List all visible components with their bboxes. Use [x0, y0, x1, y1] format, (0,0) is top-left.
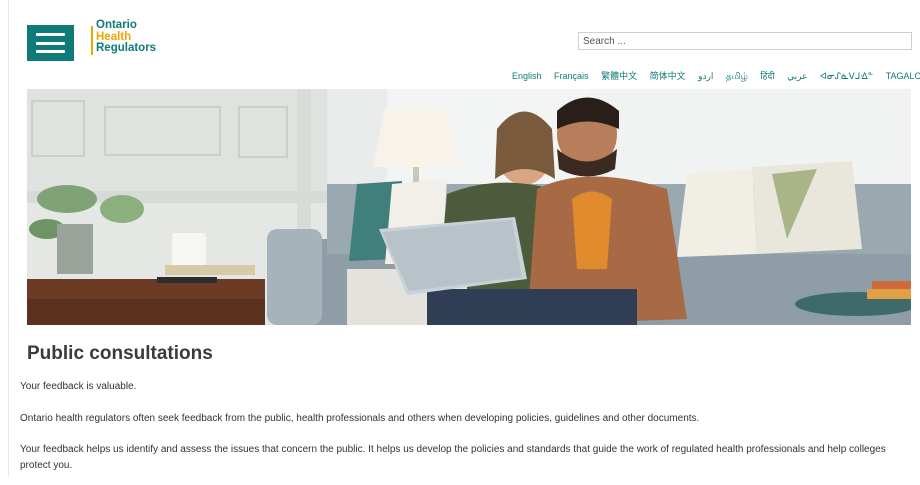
site-logo[interactable]: Ontario Health Regulators	[88, 19, 178, 60]
logo-accent-bar	[91, 26, 93, 55]
hero-photo-illustration	[27, 89, 911, 325]
search-input[interactable]	[578, 32, 912, 50]
hero-image	[27, 89, 911, 325]
lang-oji-cree-link[interactable]: ᐊᓂᔑᓈᐯᒧᐎᓐ	[820, 71, 873, 81]
language-switcher: English Français 繁體中文 简体中文 اردو தமிழ் हि…	[512, 69, 920, 83]
lang-arabic-link[interactable]: عربي	[787, 71, 807, 81]
intro-paragraph: Your feedback is valuable.	[20, 381, 137, 392]
menu-bar-icon	[36, 50, 65, 53]
body-paragraph: Your feedback helps us identify and asse…	[20, 444, 886, 471]
lang-french-link[interactable]: Français	[554, 71, 589, 81]
lang-english-link[interactable]: English	[512, 71, 542, 81]
logo-line-1: Ontario	[96, 19, 137, 31]
lang-tamil-link[interactable]: தமிழ்	[726, 71, 748, 81]
logo-line-3: Regulators	[96, 42, 157, 54]
menu-bar-icon	[36, 41, 65, 45]
window-bottom-edge	[0, 476, 920, 485]
lang-simplified-chinese-link[interactable]: 简体中文	[650, 71, 686, 81]
page-title: Public consultations	[27, 343, 213, 364]
logo-text: Ontario Health Regulators	[96, 19, 157, 55]
lang-hindi-link[interactable]: हिंदी	[760, 71, 774, 81]
lang-urdu-link[interactable]: اردو	[698, 71, 713, 81]
body-paragraph: Ontario health regulators often seek fee…	[20, 413, 700, 424]
window-edge	[0, 0, 9, 485]
lang-tagalog-link[interactable]: TAGALOG	[886, 71, 920, 81]
hamburger-menu-button[interactable]	[27, 25, 74, 61]
lang-traditional-chinese-link[interactable]: 繁體中文	[601, 71, 637, 81]
menu-bar-icon	[36, 33, 65, 36]
